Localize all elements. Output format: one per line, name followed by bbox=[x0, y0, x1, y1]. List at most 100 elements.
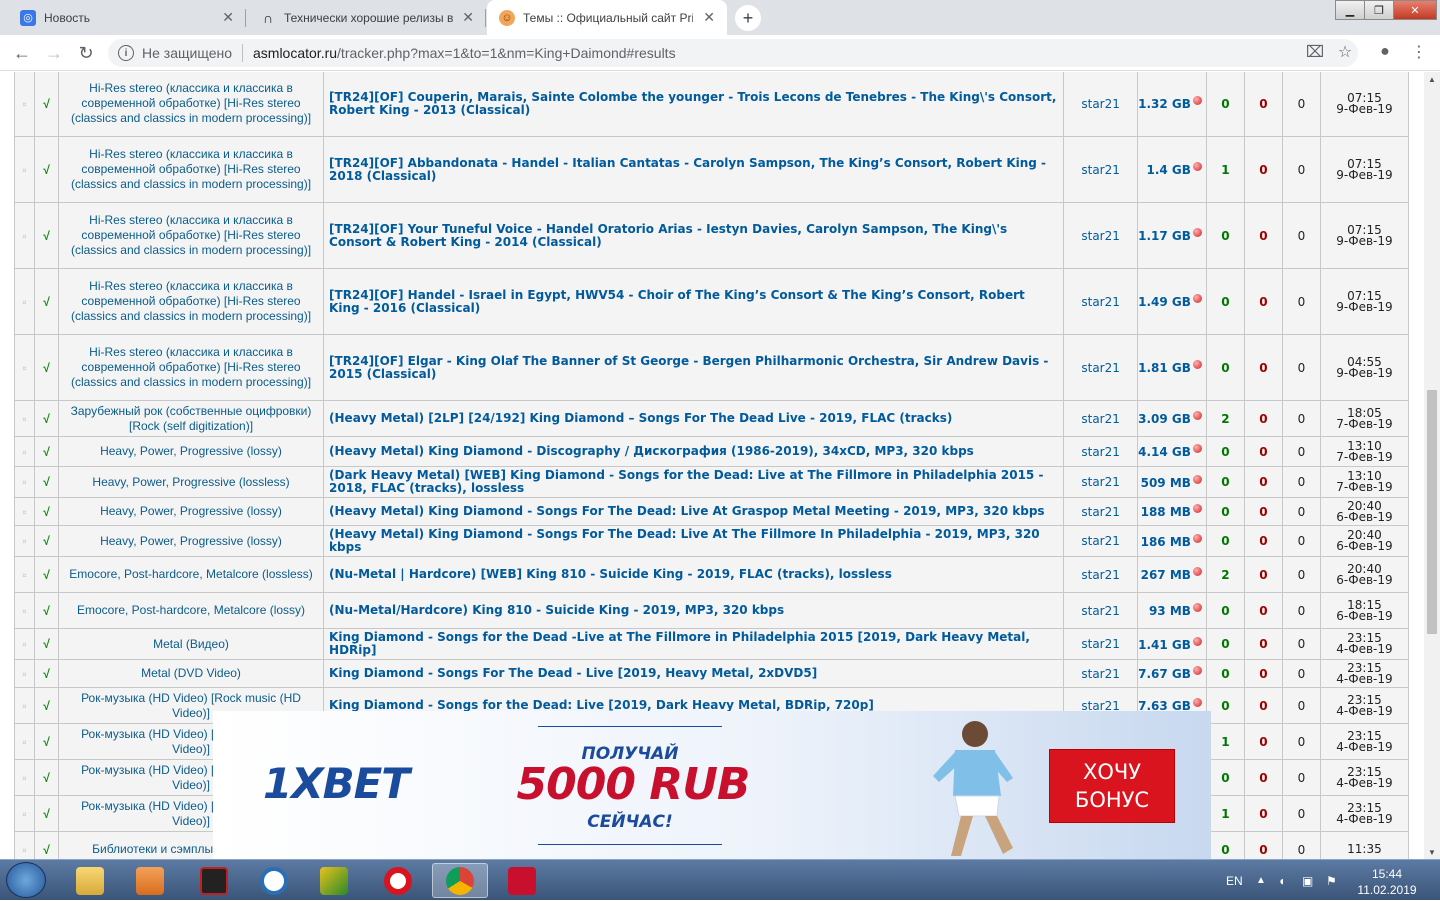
forum-link[interactable]: Metal (Видео) bbox=[57, 628, 325, 660]
topic-title-link[interactable]: (Heavy Metal) [2LP] [24/192] King Diamon… bbox=[323, 400, 1065, 437]
topic-title-link[interactable]: (Heavy Metal) King Diamond - Songs For T… bbox=[323, 525, 1065, 557]
close-icon[interactable]: ✕ bbox=[462, 9, 474, 26]
author-link[interactable]: star21 bbox=[1063, 556, 1139, 593]
size-download-link[interactable]: 509 MB bbox=[1137, 466, 1207, 498]
magnet-icon[interactable] bbox=[1192, 96, 1202, 105]
taskbar-7zip[interactable] bbox=[494, 863, 550, 898]
maximize-button[interactable]: ❐ bbox=[1364, 0, 1394, 20]
address-bar[interactable]: i Не защищено asmlocator.ru /tracker.php… bbox=[108, 39, 1358, 67]
size-label[interactable]: 1.4 GB bbox=[1146, 163, 1190, 177]
size-download-link[interactable]: 267 MB bbox=[1137, 556, 1207, 593]
forum-link[interactable]: Emocore, Post-hardcore, Metalcore (lossy… bbox=[57, 592, 325, 629]
forum-link[interactable]: Emocore, Post-hardcore, Metalcore (lossl… bbox=[57, 556, 325, 593]
author-link[interactable]: star21 bbox=[1063, 268, 1139, 335]
taskbar-speedometer[interactable] bbox=[246, 863, 302, 898]
size-label[interactable]: 3.09 GB bbox=[1138, 412, 1191, 426]
forum-link[interactable]: Hi-Res stereo (классика и классика в сов… bbox=[57, 202, 325, 269]
magnet-icon[interactable] bbox=[1192, 698, 1202, 707]
close-window-button[interactable]: ✕ bbox=[1393, 0, 1437, 20]
forum-link[interactable]: Зарубежный рок (собственные оцифровки) [… bbox=[57, 400, 325, 437]
author-link[interactable]: star21 bbox=[1063, 202, 1139, 269]
magnet-icon[interactable] bbox=[1192, 411, 1202, 420]
size-download-link[interactable]: 1.32 GB bbox=[1137, 72, 1207, 137]
size-download-link[interactable]: 1.41 GB bbox=[1137, 628, 1207, 660]
size-label[interactable]: 188 MB bbox=[1141, 505, 1191, 519]
author-link[interactable]: star21 bbox=[1063, 592, 1139, 629]
network-icon[interactable]: ▣ bbox=[1302, 860, 1313, 901]
size-label[interactable]: 1.49 GB bbox=[1138, 295, 1191, 309]
author-link[interactable]: star21 bbox=[1063, 497, 1139, 526]
scrollbar-thumb[interactable] bbox=[1427, 390, 1437, 634]
scroll-up-arrow-icon[interactable]: ▲ bbox=[1424, 72, 1440, 86]
forward-arrow-icon[interactable]: → bbox=[42, 41, 66, 65]
author-link[interactable]: star21 bbox=[1063, 400, 1139, 437]
translate-icon[interactable]: ⌧ bbox=[1304, 41, 1326, 63]
magnet-icon[interactable] bbox=[1192, 444, 1202, 453]
table-row[interactable]: ▫ √ Metal (DVD Video) King Diamond - Songs … bbox=[14, 659, 1410, 688]
table-row[interactable]: ▫ √ Hi-Res stereo (классика и классика в с… bbox=[14, 268, 1410, 335]
reload-icon[interactable]: ↻ bbox=[74, 41, 98, 65]
size-label[interactable]: 4.14 GB bbox=[1138, 445, 1191, 459]
table-row[interactable]: ▫ √ Hi-Res stereo (классика и классика в с… bbox=[14, 136, 1410, 203]
table-row[interactable]: ▫ √ Heavy, Power, Progressive (lossy) (Heav… bbox=[14, 525, 1410, 557]
size-download-link[interactable]: 1.4 GB bbox=[1137, 136, 1207, 203]
taskbar-sound-app[interactable] bbox=[186, 863, 242, 898]
author-link[interactable]: star21 bbox=[1063, 136, 1139, 203]
size-label[interactable]: 509 MB bbox=[1141, 476, 1191, 490]
start-button[interactable] bbox=[6, 862, 46, 898]
forum-link[interactable]: Heavy, Power, Progressive (lossy) bbox=[57, 436, 325, 467]
flag-icon[interactable]: ⚑ bbox=[1326, 860, 1337, 901]
tab-news[interactable]: ◎ Новость ✕ bbox=[8, 0, 246, 35]
size-label[interactable]: 93 MB bbox=[1149, 604, 1191, 618]
forum-link[interactable]: Hi-Res stereo (классика и классика в сов… bbox=[57, 334, 325, 401]
forum-link[interactable]: Heavy, Power, Progressive (lossless) bbox=[57, 466, 325, 498]
clock[interactable]: 15:44 11.02.2019 bbox=[1350, 866, 1424, 898]
topic-title-link[interactable]: (Nu-Metal/Hardcore) King 810 - Suicide K… bbox=[323, 592, 1065, 629]
taskbar-explorer[interactable] bbox=[62, 863, 118, 898]
size-download-link[interactable]: 188 MB bbox=[1137, 497, 1207, 526]
topic-title-link[interactable]: [TR24][OF] Couperin, Marais, Sainte Colo… bbox=[323, 72, 1065, 137]
forum-link[interactable]: Metal (DVD Video) bbox=[57, 659, 325, 688]
size-label[interactable]: 1.32 GB bbox=[1138, 97, 1191, 111]
author-link[interactable]: star21 bbox=[1063, 525, 1139, 557]
taskbar-media-player[interactable] bbox=[122, 863, 178, 898]
close-icon[interactable]: ✕ bbox=[222, 9, 234, 26]
topic-title-link[interactable]: [TR24][OF] Elgar - King Olaf The Banner … bbox=[323, 334, 1065, 401]
size-label[interactable]: 1.17 GB bbox=[1138, 229, 1191, 243]
table-row[interactable]: ▫ √ Зарубежный рок (собственные оцифровки)… bbox=[14, 400, 1410, 437]
size-label[interactable]: 267 MB bbox=[1141, 568, 1191, 582]
table-row[interactable]: ▫ √ Emocore, Post-hardcore, Metalcore (los… bbox=[14, 556, 1410, 593]
ad-bonus-button[interactable]: ХОЧУ БОНУС bbox=[1049, 749, 1175, 823]
topic-title-link[interactable]: King Diamond - Songs For The Dead - Live… bbox=[323, 659, 1065, 688]
author-link[interactable]: star21 bbox=[1063, 659, 1139, 688]
taskbar-opera[interactable] bbox=[370, 863, 426, 898]
author-link[interactable]: star21 bbox=[1063, 334, 1139, 401]
size-download-link[interactable]: 1.49 GB bbox=[1137, 268, 1207, 335]
topic-title-link[interactable]: (Nu-Metal | Hardcore) [WEB] King 810 - S… bbox=[323, 556, 1065, 593]
author-link[interactable]: star21 bbox=[1063, 466, 1139, 498]
size-download-link[interactable]: 3.09 GB bbox=[1137, 400, 1207, 437]
table-row[interactable]: ▫ √ Heavy, Power, Progressive (lossy) (Heav… bbox=[14, 497, 1410, 526]
topic-title-link[interactable]: King Diamond - Songs for the Dead -Live … bbox=[323, 628, 1065, 660]
magnet-icon[interactable] bbox=[1192, 360, 1202, 369]
size-label[interactable]: 1.81 GB bbox=[1138, 361, 1191, 375]
topic-title-link[interactable]: (Heavy Metal) King Diamond - Discography… bbox=[323, 436, 1065, 467]
forum-link[interactable]: Hi-Res stereo (классика и классика в сов… bbox=[57, 136, 325, 203]
topic-title-link[interactable]: (Heavy Metal) King Diamond - Songs For T… bbox=[323, 497, 1065, 526]
size-download-link[interactable]: 1.81 GB bbox=[1137, 334, 1207, 401]
size-download-link[interactable]: 93 MB bbox=[1137, 592, 1207, 629]
table-row[interactable]: ▫ √ Hi-Res stereo (классика и классика в с… bbox=[14, 334, 1410, 401]
magnet-icon[interactable] bbox=[1192, 504, 1202, 513]
new-tab-button[interactable]: + bbox=[735, 5, 761, 31]
table-row[interactable]: ▫ √ Metal (Видео) King Diamond - Songs for … bbox=[14, 628, 1410, 660]
size-download-link[interactable]: 4.14 GB bbox=[1137, 436, 1207, 467]
close-icon[interactable]: ✕ bbox=[703, 9, 715, 26]
back-arrow-icon[interactable]: ← bbox=[10, 41, 34, 65]
magnet-icon[interactable] bbox=[1192, 533, 1202, 543]
table-row[interactable]: ▫ √ Hi-Res stereo (классика и классика в с… bbox=[14, 72, 1410, 137]
star-icon[interactable]: ☆ bbox=[1334, 41, 1356, 63]
magnet-icon[interactable] bbox=[1192, 294, 1202, 303]
size-label[interactable]: 186 MB bbox=[1141, 535, 1191, 549]
tab-topics[interactable]: ☺ Темы :: Официальный сайт Priva ✕ bbox=[487, 0, 727, 35]
volume-icon[interactable]: ◖ bbox=[1278, 860, 1285, 901]
